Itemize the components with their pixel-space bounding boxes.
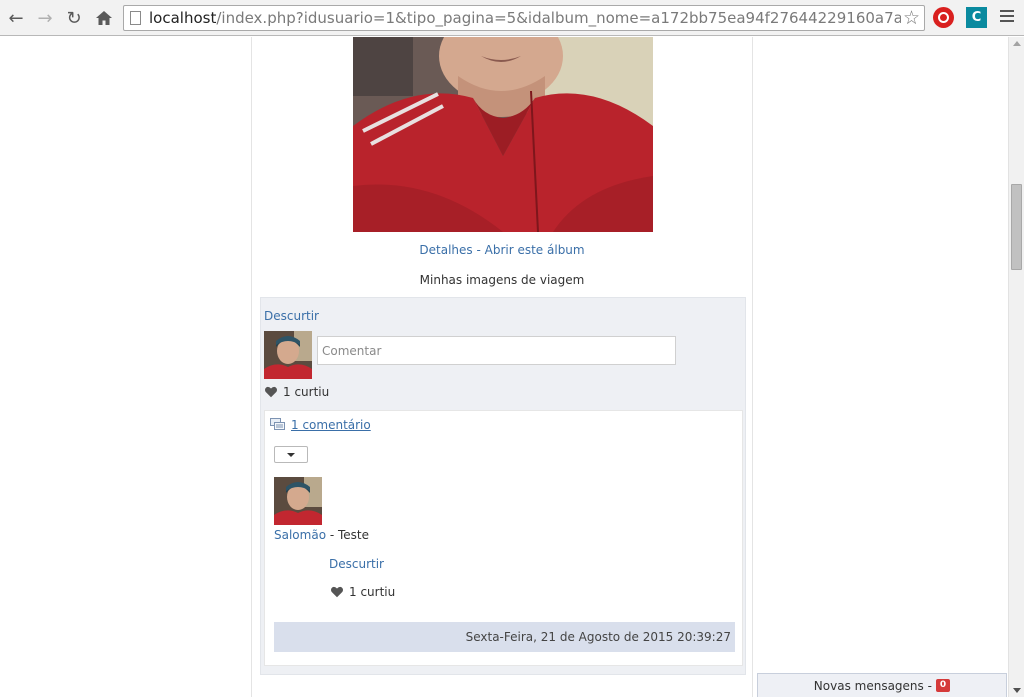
new-messages-label: Novas mensagens - (813, 678, 932, 693)
album-links-separator: - (472, 243, 485, 257)
page-viewport: Detalhes - Abrir este álbum Minhas image… (0, 37, 1008, 697)
unlike-post-link[interactable]: Descurtir (264, 309, 319, 323)
back-arrow-icon[interactable]: ← (4, 6, 28, 30)
scroll-up-arrow-icon[interactable] (1013, 41, 1021, 46)
comment-timestamp: Sexta-Feira, 21 de Agosto de 2015 20:39:… (274, 622, 735, 652)
comment-line: Salomão - Teste (274, 528, 369, 542)
details-link[interactable]: Detalhes (419, 243, 472, 257)
vertical-scrollbar[interactable] (1008, 37, 1024, 697)
comments-header: 1 comentário (270, 418, 371, 432)
unlike-comment-link[interactable]: Descurtir (329, 557, 384, 571)
home-icon[interactable] (92, 6, 116, 30)
forward-arrow-icon[interactable]: → (33, 6, 57, 30)
browser-toolbar: ← → ↻ localhost/index.php?idusuario=1&ti… (0, 0, 1024, 36)
new-messages-badge: 0 (935, 679, 951, 692)
comment-author-avatar[interactable] (274, 477, 322, 525)
menu-icon[interactable] (1000, 10, 1014, 25)
new-messages-bar[interactable]: Novas mensagens - 0 (757, 673, 1007, 697)
post-likes: 1 curtiu (264, 385, 329, 399)
comments-sort-dropdown[interactable] (274, 446, 308, 463)
chevron-down-icon (287, 452, 295, 457)
url-path: /index.php?idusuario=1&tipo_pagina=5&ida… (216, 9, 901, 27)
comment-likes-count: 1 curtiu (349, 585, 396, 599)
album-links: Detalhes - Abrir este álbum (252, 243, 752, 257)
open-album-link[interactable]: Abrir este álbum (485, 243, 585, 257)
content-column: Detalhes - Abrir este álbum Minhas image… (251, 37, 753, 697)
album-description: Minhas imagens de viagem (419, 273, 585, 287)
heart-icon (264, 386, 278, 398)
comments-panel: 1 comentário Salomão - Teste Descurtir 1… (264, 410, 743, 666)
bookmark-star-icon[interactable]: ☆ (903, 7, 920, 29)
reload-icon[interactable]: ↻ (62, 6, 86, 30)
scroll-thumb[interactable] (1011, 184, 1022, 270)
comments-icon (270, 418, 285, 430)
address-bar[interactable]: localhost/index.php?idusuario=1&tipo_pag… (123, 5, 925, 31)
address-url[interactable]: localhost/index.php?idusuario=1&tipo_pag… (149, 9, 901, 27)
heart-icon (330, 586, 344, 598)
extension-icon[interactable]: C (966, 7, 987, 28)
post-actions-box: Descurtir 1 curtiu (260, 297, 746, 675)
comments-count-link[interactable]: 1 comentário (291, 418, 371, 432)
comment-likes: 1 curtiu (330, 585, 395, 599)
comment-input[interactable] (317, 336, 676, 365)
current-user-avatar[interactable] (264, 331, 312, 379)
post-likes-count: 1 curtiu (283, 385, 330, 399)
album-cover-photo[interactable] (353, 37, 653, 232)
page-icon (130, 11, 141, 25)
url-host: localhost (149, 9, 217, 27)
adblock-extension-icon[interactable] (933, 7, 954, 28)
scroll-down-arrow-icon[interactable] (1013, 688, 1021, 693)
comment-text: - Teste (326, 528, 370, 542)
comment-author-link[interactable]: Salomão (274, 528, 326, 542)
